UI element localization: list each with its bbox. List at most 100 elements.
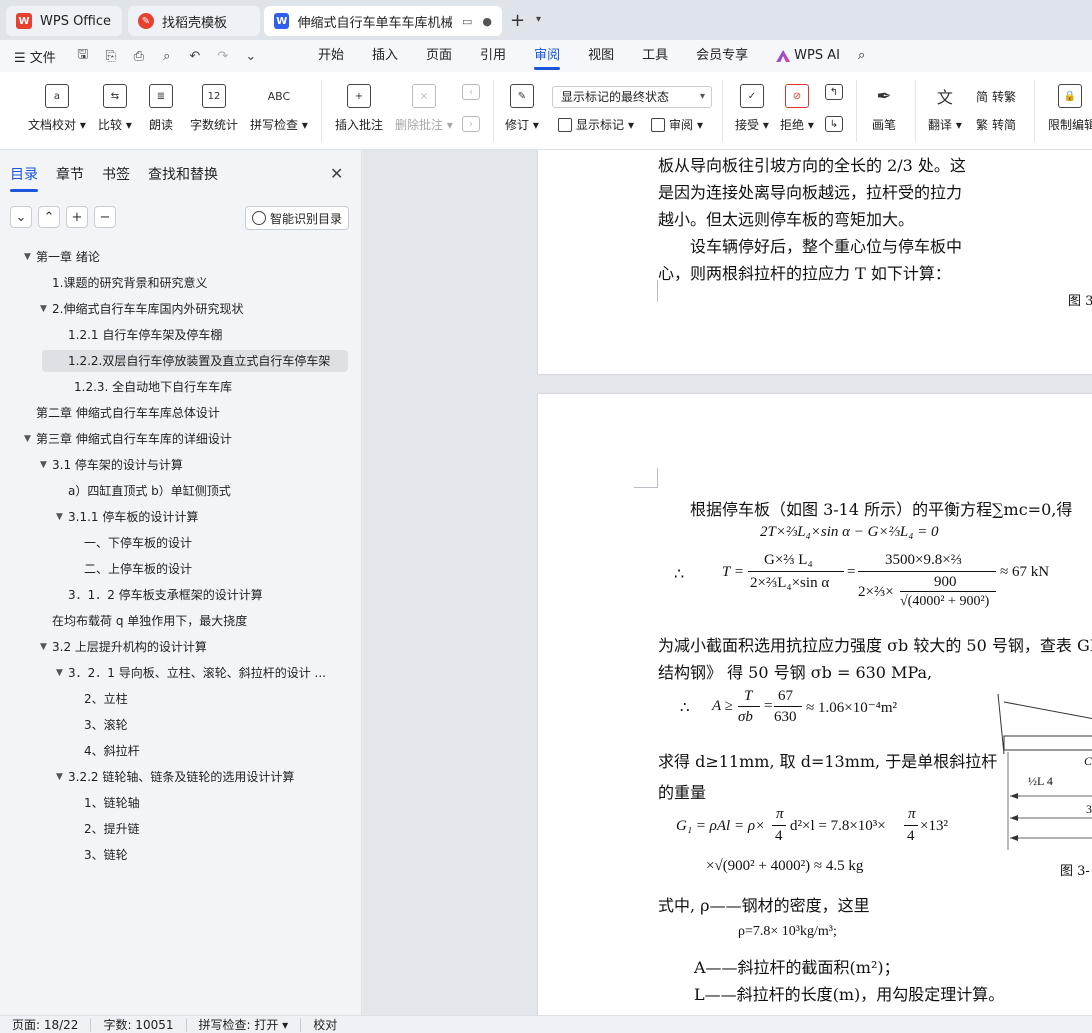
prev-change-button[interactable]: ↰: [825, 84, 843, 108]
next-comment-button[interactable]: ›: [462, 116, 480, 132]
sidebar-tab-bookmark[interactable]: 书签: [102, 164, 130, 190]
toc-item[interactable]: 在均布载荷 q 单独作用下，最大挠度: [52, 610, 247, 632]
caret-down-icon[interactable]: ▼: [40, 298, 47, 320]
menu-tab-tools[interactable]: 工具: [628, 40, 682, 72]
search-icon[interactable]: ⌕: [854, 40, 869, 72]
toc-item[interactable]: 2.伸缩式自行车车库国内外研究现状: [52, 298, 243, 320]
delete-comment-button[interactable]: × 删除批注 ▾: [395, 84, 453, 133]
pen-label: 画笔: [872, 118, 897, 132]
reject-button[interactable]: ⊘ 拒绝 ▾: [780, 84, 814, 133]
save-icon[interactable]: 🖫: [72, 45, 94, 67]
chevron-down-icon[interactable]: ▾: [536, 14, 541, 25]
toc-item[interactable]: 3.1.1 停车板的设计计算: [68, 506, 198, 528]
toc-item[interactable]: 2、立柱: [84, 688, 128, 710]
toc-item[interactable]: 2、提升链: [84, 818, 140, 840]
proofread-indicator[interactable]: 校对: [301, 1018, 349, 1032]
to-traditional-button[interactable]: 简转繁: [976, 88, 1016, 105]
markup-state-select[interactable]: 显示标记的最终状态 ▾: [552, 86, 712, 108]
toc-item[interactable]: 3、链轮: [84, 844, 128, 866]
toc-item[interactable]: 3.1 停车架的设计与计算: [52, 454, 183, 476]
unsaved-dot-icon[interactable]: ●: [482, 15, 492, 28]
remove-heading-icon[interactable]: −: [94, 206, 116, 228]
caret-down-icon[interactable]: ▼: [24, 428, 31, 450]
caret-down-icon[interactable]: ▼: [56, 506, 63, 528]
wps-ai-button[interactable]: WPS AI: [762, 40, 854, 72]
add-heading-icon[interactable]: +: [66, 206, 88, 228]
page-indicator[interactable]: 页面: 18/22: [0, 1017, 92, 1032]
equation: π: [776, 806, 784, 822]
menu-tab-member[interactable]: 会员专享: [682, 40, 762, 72]
pen-button[interactable]: ✒ 画笔: [872, 84, 896, 133]
smart-toc-button[interactable]: 智能识别目录: [245, 206, 349, 230]
toc-item[interactable]: 1、链轮轴: [84, 792, 140, 814]
menu-tab-reference[interactable]: 引用: [466, 40, 520, 72]
menu-tab-view[interactable]: 视图: [574, 40, 628, 72]
collapse-icon[interactable]: ⌃: [38, 206, 60, 228]
toc-item[interactable]: 3．2．1 导向板、立柱、滚轮、斜拉杆的设计 ...: [68, 662, 338, 684]
word-count-button[interactable]: 12 字数统计: [190, 84, 238, 133]
toc-item[interactable]: 1.2.3. 全自动地下自行车车库: [74, 376, 232, 398]
show-markup-button[interactable]: 显示标记 ▾: [558, 116, 634, 133]
close-icon[interactable]: ✕: [330, 164, 343, 183]
redo-icon[interactable]: ↷: [212, 49, 234, 64]
tab-wps-office[interactable]: W WPS Office: [6, 6, 122, 36]
menu-tab-insert[interactable]: 插入: [358, 40, 412, 72]
spell-check-button[interactable]: ABC 拼写检查 ▾: [250, 84, 308, 133]
toc-item[interactable]: 第二章 伸缩式自行车车库总体设计: [36, 402, 220, 424]
undo-icon[interactable]: ↶: [184, 49, 206, 64]
toc-item[interactable]: 第一章 绪论: [36, 246, 100, 268]
restrict-edit-button[interactable]: 🔒 限制编辑: [1048, 84, 1092, 133]
toc-item[interactable]: 二、上停车板的设计: [84, 558, 192, 580]
print-preview-icon[interactable]: ⌕: [156, 49, 178, 64]
toc-item[interactable]: 4、斜拉杆: [84, 740, 140, 762]
compare-button[interactable]: ⇆ 比较 ▾: [98, 84, 132, 133]
tab-document[interactable]: W 伸缩式自行车单车车库机械设计 ▭ ●: [264, 6, 502, 36]
document-canvas[interactable]: 板从导向板往引坡方向的全长的 2/3 处。这 是因为连接处离导向板越远，拉杆受的…: [363, 150, 1092, 1015]
caret-down-icon[interactable]: ▼: [56, 662, 63, 684]
caret-down-icon[interactable]: ▼: [24, 246, 31, 268]
window-icon[interactable]: ▭: [462, 15, 472, 28]
equation: A ≥: [712, 698, 733, 714]
spell-check-indicator[interactable]: 拼写检查: 打开 ▾: [187, 1017, 302, 1032]
word-count-indicator[interactable]: 字数: 10051: [91, 1017, 187, 1032]
read-aloud-button[interactable]: ≣ 朗读: [149, 84, 173, 133]
accept-button[interactable]: ✓ 接受 ▾: [735, 84, 769, 133]
sidebar-tab-find-replace[interactable]: 查找和替换: [148, 164, 218, 190]
menu-tab-start[interactable]: 开始: [304, 40, 358, 72]
doc-check-button[interactable]: a 文档校对 ▾: [28, 84, 86, 133]
prev-comment-button[interactable]: ‹: [462, 84, 480, 108]
toc-item[interactable]: 3．1．2 停车板支承框架的设计计算: [68, 584, 263, 606]
toc-item[interactable]: 一、下停车板的设计: [84, 532, 192, 554]
chevron-down-icon[interactable]: ⌄: [240, 49, 262, 64]
expand-icon[interactable]: ⌄: [10, 206, 32, 228]
body-text: 式中, ρ——钢材的密度，这里: [658, 896, 870, 915]
caret-down-icon[interactable]: ▼: [40, 636, 47, 658]
menu-tab-review[interactable]: 审阅: [520, 40, 574, 72]
sidebar-tab-chapter[interactable]: 章节: [56, 164, 84, 190]
file-menu[interactable]: ☰ 文件: [14, 47, 56, 66]
toc-item[interactable]: 第三章 伸缩式自行车车库的详细设计: [36, 428, 232, 450]
toc-item[interactable]: a）四缸直顶式 b）单缸侧顶式: [68, 480, 231, 502]
spell-check-icon: ABC: [267, 89, 291, 103]
export-icon[interactable]: ⎘: [100, 49, 122, 64]
to-simplified-button[interactable]: 繁转简: [976, 116, 1016, 133]
caret-down-icon[interactable]: ▼: [56, 766, 63, 788]
tab-template[interactable]: ✎ 找稻壳模板: [128, 6, 260, 36]
print-icon[interactable]: ⎙: [128, 49, 150, 64]
new-tab-plus-icon[interactable]: +: [510, 10, 525, 31]
next-change-button[interactable]: ↳: [825, 116, 843, 132]
sidebar-tab-toc[interactable]: 目录: [10, 164, 38, 192]
toc-item[interactable]: 3.2 上层提升机构的设计计算: [52, 636, 207, 658]
toc-item-selected[interactable]: 1.2.2.双层自行车停放装置及直立式自行车停车架: [42, 350, 348, 372]
menu-tab-page[interactable]: 页面: [412, 40, 466, 72]
insert-comment-button[interactable]: + 插入批注: [335, 84, 383, 133]
toc-item[interactable]: 3、滚轮: [84, 714, 128, 736]
review-pane-button[interactable]: 审阅 ▾: [651, 116, 703, 133]
translate-button[interactable]: 文翻译 ▾: [928, 84, 962, 133]
fraction-bar: [774, 706, 802, 707]
caret-down-icon[interactable]: ▼: [40, 454, 47, 476]
toc-item[interactable]: 3.2.2 链轮轴、链条及链轮的选用设计计算: [68, 766, 294, 788]
toc-item[interactable]: 1.2.1 自行车停车架及停车棚: [68, 324, 222, 346]
toc-item[interactable]: 1.课题的研究背景和研究意义: [52, 272, 207, 294]
revise-button[interactable]: ✎ 修订 ▾: [505, 84, 539, 133]
